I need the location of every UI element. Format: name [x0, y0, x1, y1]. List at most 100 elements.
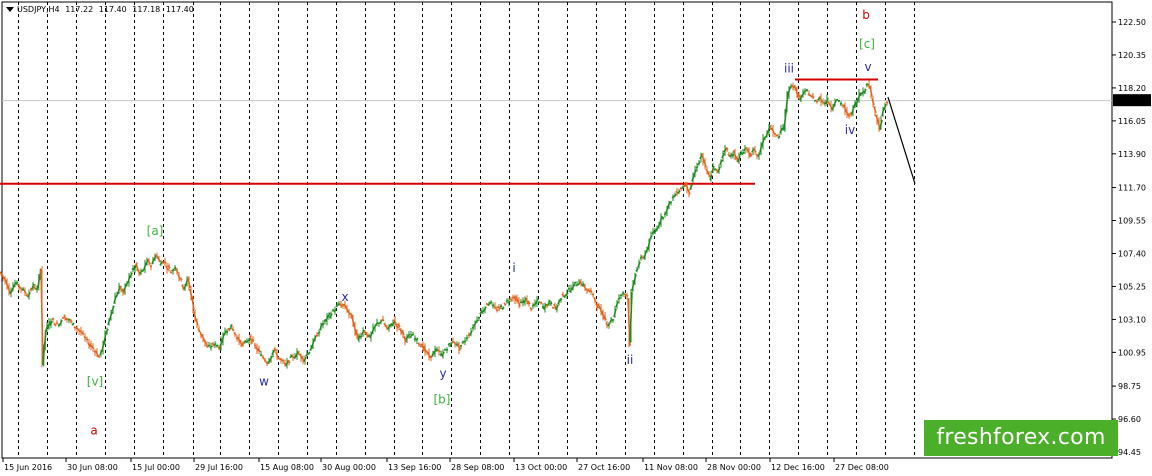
price-segment — [717, 166, 721, 173]
price-segment — [59, 319, 63, 326]
wave-label-13: [c] — [859, 37, 875, 51]
forecast-line — [887, 96, 916, 184]
price-segment — [555, 304, 559, 311]
price-segment — [591, 293, 595, 296]
x-tick-label-12: 12 Dec 16:00 — [771, 463, 825, 472]
price-segment — [307, 351, 311, 355]
price-segment — [43, 330, 47, 347]
price-segment — [677, 190, 681, 194]
price-segment — [647, 239, 651, 250]
price-segment — [327, 312, 331, 318]
price-segment — [71, 322, 75, 326]
price-axis: 122.50 120.35 118.20 116.05 113.90 111.70 109.… — [1112, 18, 1146, 457]
price-segment — [253, 344, 257, 347]
price-segment — [475, 319, 479, 323]
price-segment — [533, 302, 537, 306]
price-segment — [339, 303, 343, 308]
price-segment — [53, 322, 57, 327]
price-segment — [733, 149, 737, 160]
wave-label-4: x — [341, 290, 348, 304]
price-tag-label: 117.40 — [1117, 96, 1145, 105]
price-segment — [233, 332, 237, 336]
x-tick-label-2: 15 Jul 00:00 — [132, 463, 180, 472]
price-segment — [787, 86, 791, 96]
price-segment — [735, 156, 739, 161]
price-segment — [149, 265, 153, 268]
price-segment — [40, 268, 44, 365]
price-segment — [243, 340, 247, 344]
price-segment — [777, 135, 781, 139]
price-segment — [441, 351, 445, 357]
price-segment — [387, 324, 391, 330]
price-segment — [719, 159, 723, 165]
price-segment — [391, 321, 395, 327]
price-segment — [615, 301, 619, 308]
x-tick-label-9: 27 Oct 16:00 — [578, 463, 630, 472]
price-segment — [705, 168, 709, 173]
price-segment — [469, 330, 473, 336]
price-segment — [697, 161, 701, 166]
price-segment — [423, 345, 427, 353]
price-segment — [563, 294, 567, 298]
price-segment — [433, 348, 437, 355]
price-segment — [545, 304, 549, 307]
price-segment — [37, 276, 41, 289]
price-segment — [281, 359, 285, 363]
price-segment — [231, 327, 235, 332]
price-segment — [251, 338, 255, 342]
wave-label-1: [v] — [87, 374, 103, 388]
wave-label-5: y — [439, 367, 446, 381]
y-tick-label-0: 122.50 — [1118, 18, 1146, 27]
price-segment — [687, 189, 691, 195]
price-segment — [631, 281, 635, 291]
x-tick-label-8: 13 Oct 00:00 — [515, 463, 567, 472]
price-segment — [401, 329, 405, 336]
price-segment — [565, 292, 569, 296]
wave-label-0: a — [90, 423, 97, 437]
price-segment — [731, 153, 735, 157]
price-segment — [139, 270, 143, 274]
price-segment — [629, 292, 633, 342]
price-segment — [437, 349, 441, 353]
price-segment — [567, 287, 571, 290]
price-segment — [447, 342, 451, 346]
price-segment — [691, 175, 695, 182]
price-segment — [793, 85, 797, 90]
price-segment — [635, 268, 639, 272]
price-segment — [617, 296, 621, 301]
price-segment — [239, 340, 243, 347]
price-segment — [873, 106, 877, 114]
y-tick-label-1: 120.35 — [1118, 51, 1146, 60]
price-segment — [577, 282, 581, 286]
price-segment — [801, 91, 805, 97]
price-segment — [639, 255, 643, 260]
price-segment — [413, 337, 417, 341]
price-segment — [559, 297, 563, 301]
price-segment — [695, 165, 699, 169]
price-segment — [885, 101, 889, 104]
chart-frame — [1, 1, 1113, 459]
price-segment — [725, 147, 729, 151]
price-segment — [69, 319, 73, 323]
y-tick-label-7: 107.40 — [1118, 249, 1146, 258]
price-segment — [549, 302, 553, 305]
price-chart[interactable]: a[v][a]wxy[b]iiiiiiivvb[c] 122.50120.351… — [0, 0, 1152, 476]
price-segment — [603, 315, 607, 321]
price-segment — [33, 286, 37, 290]
wave-label-2: [a] — [147, 224, 164, 238]
price-segment — [845, 109, 849, 116]
price-segment — [869, 86, 873, 97]
y-tick-label-13: 94.45 — [1118, 448, 1141, 457]
price-segment — [329, 313, 333, 319]
price-segment — [155, 254, 159, 259]
price-segment — [287, 359, 291, 364]
wave-label-7: i — [512, 261, 515, 275]
price-segment — [335, 304, 339, 308]
price-segment — [613, 308, 617, 318]
price-segment — [879, 119, 883, 130]
price-segment — [707, 172, 711, 178]
y-tick-label-9: 103.10 — [1118, 315, 1146, 324]
price-segment — [463, 339, 467, 343]
price-segment — [267, 359, 271, 364]
price-segment — [633, 273, 637, 284]
